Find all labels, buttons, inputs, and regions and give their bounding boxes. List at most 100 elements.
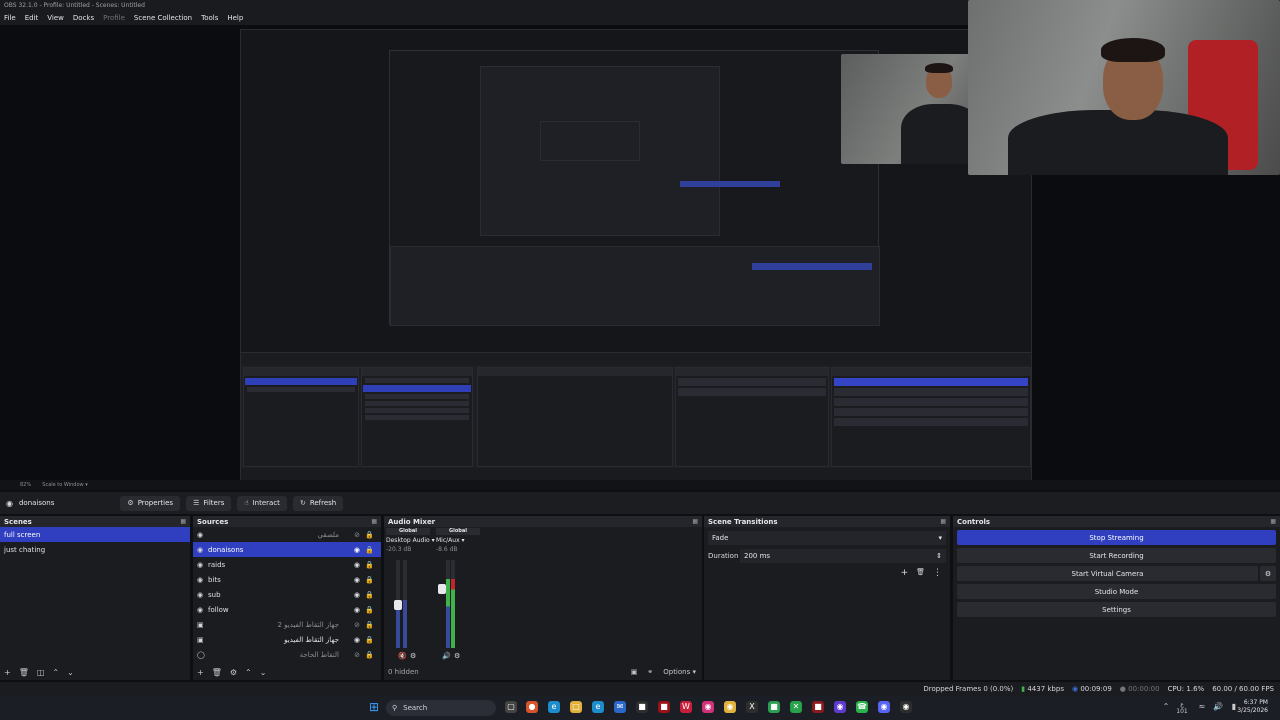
lock-icon[interactable]: 🔒 xyxy=(365,606,374,614)
lock-icon[interactable]: 🔒 xyxy=(365,636,374,644)
menu-file[interactable]: File xyxy=(4,14,16,22)
start-recording-button[interactable]: Start Recording xyxy=(957,548,1276,563)
channel-name[interactable]: Desktop Audio ▾ xyxy=(386,537,435,544)
menu-docks[interactable]: Docks xyxy=(73,14,94,22)
lock-icon[interactable]: 🔒 xyxy=(365,621,374,629)
channel-name[interactable]: Mic/Aux ▾ xyxy=(436,537,480,544)
mute-icon[interactable]: 🔇 xyxy=(398,652,407,660)
app-icon[interactable]: ◉ xyxy=(900,701,912,713)
search-box[interactable]: ⚲ Search xyxy=(386,700,496,716)
app-icon[interactable]: W xyxy=(680,701,692,713)
source-item[interactable]: ◉ ملصقي ⊘ 🔒 xyxy=(193,527,381,542)
hidden-eye-icon[interactable]: ⊘ xyxy=(354,651,360,659)
duration-input[interactable]: 200 ms ⇕ xyxy=(740,549,946,563)
scene-item[interactable]: full screen xyxy=(0,527,190,542)
app-icon[interactable]: ■ xyxy=(768,701,780,713)
preview-canvas[interactable] xyxy=(240,29,1032,481)
dock-menu-icon[interactable]: ▦ xyxy=(371,518,377,525)
gear-icon[interactable]: ⚙ xyxy=(230,668,237,677)
capcut-icon[interactable]: ■ xyxy=(658,701,670,713)
volume-fader-desktop[interactable] xyxy=(394,600,402,610)
lock-icon[interactable]: 🔒 xyxy=(365,651,374,659)
hidden-eye-icon[interactable]: ⊘ xyxy=(354,621,360,629)
menu-tools[interactable]: Tools xyxy=(201,14,218,22)
clock[interactable]: 6:37 PM 3/25/2026 xyxy=(1237,699,1268,715)
stop-streaming-button[interactable]: Stop Streaming xyxy=(957,530,1276,545)
volume-fader-mic[interactable] xyxy=(438,584,446,594)
eye-icon[interactable]: ◉ xyxy=(354,636,360,644)
zoom-level[interactable]: 82% xyxy=(20,482,31,488)
menu-profile[interactable]: Profile xyxy=(103,14,125,22)
lock-icon[interactable]: 🔒 xyxy=(365,531,374,539)
transition-select[interactable]: Fade ▾ xyxy=(708,531,946,545)
menu-edit[interactable]: Edit xyxy=(25,14,39,22)
source-item[interactable]: ◉ bits ◉ 🔒 xyxy=(193,572,381,587)
move-down-icon[interactable]: ⌄ xyxy=(67,668,74,677)
scale-select[interactable]: Scale to Window xyxy=(42,482,83,488)
add-icon[interactable]: + xyxy=(901,568,909,578)
options-button[interactable]: Options ▾ xyxy=(663,668,696,676)
eye-icon[interactable]: ◉ xyxy=(354,591,360,599)
eye-icon[interactable]: ◉ xyxy=(354,546,360,554)
properties-button[interactable]: ⚙ Properties xyxy=(120,495,181,511)
x-icon[interactable]: X xyxy=(746,701,758,713)
discord-icon[interactable]: ◉ xyxy=(878,701,890,713)
edge-icon[interactable]: e xyxy=(548,701,560,713)
windows-start-icon[interactable]: ⊞ xyxy=(368,701,380,713)
filters-button[interactable]: ☰ Filters xyxy=(186,495,232,511)
eye-icon[interactable]: ◉ xyxy=(354,606,360,614)
obs-icon[interactable]: ◉ xyxy=(834,701,846,713)
studio-mode-button[interactable]: Studio Mode xyxy=(957,584,1276,599)
add-icon[interactable]: + xyxy=(197,668,204,677)
speaker-icon[interactable]: 🔊 xyxy=(442,652,451,660)
move-up-icon[interactable]: ⌃ xyxy=(245,668,252,677)
lock-icon[interactable]: 🔒 xyxy=(365,546,374,554)
lock-icon[interactable]: 🔒 xyxy=(365,591,374,599)
chevron-down-icon[interactable]: ▾ xyxy=(85,482,88,488)
refresh-button[interactable]: ↻ Refresh xyxy=(292,495,344,511)
link-icon[interactable]: ⚭ xyxy=(647,668,653,676)
dock-menu-icon[interactable]: ▦ xyxy=(692,518,698,525)
instagram-icon[interactable]: ◉ xyxy=(702,701,714,713)
lock-icon[interactable]: 🔒 xyxy=(365,561,374,569)
app-icon[interactable]: ■ xyxy=(636,701,648,713)
source-item[interactable]: ▣ جهاز التقاط الفيديو ◉ 🔒 xyxy=(193,632,381,647)
whatsapp-icon[interactable]: ☎ xyxy=(856,701,868,713)
interact-button[interactable]: ☝ Interact xyxy=(237,495,287,511)
start-virtual-camera-button[interactable]: Start Virtual Camera xyxy=(957,566,1258,581)
move-down-icon[interactable]: ⌄ xyxy=(260,668,267,677)
trash-icon[interactable]: 🗑 xyxy=(212,668,222,677)
source-item[interactable]: ▣ جهاز التقاط الفيديو 2 ⊘ 🔒 xyxy=(193,617,381,632)
filter-icon[interactable]: ◫ xyxy=(37,668,45,677)
folder-icon[interactable]: □ xyxy=(570,701,582,713)
wifi-icon[interactable]: ≈ xyxy=(1196,701,1208,713)
gear-icon[interactable]: ⚙ xyxy=(454,652,460,660)
scene-item[interactable]: just chating xyxy=(0,542,190,557)
task-view-icon[interactable]: ▢ xyxy=(505,701,517,713)
menu-scene-collection[interactable]: Scene Collection xyxy=(134,14,192,22)
dock-menu-icon[interactable]: ▦ xyxy=(940,518,946,525)
preview-area[interactable] xyxy=(0,0,1280,481)
xbox-icon[interactable]: ✕ xyxy=(790,701,802,713)
mail-icon[interactable]: ✉ xyxy=(614,701,626,713)
source-item[interactable]: ◉ raids ◉ 🔒 xyxy=(193,557,381,572)
add-icon[interactable]: + xyxy=(4,668,11,677)
hidden-eye-icon[interactable]: ⊘ xyxy=(354,531,360,539)
language-indicator[interactable]: ع 101 xyxy=(1176,701,1188,715)
app-icon[interactable]: ■ xyxy=(812,701,824,713)
source-item[interactable]: ◉ sub ◉ 🔒 xyxy=(193,587,381,602)
trash-icon[interactable]: 🗑 xyxy=(19,668,29,677)
dock-menu-icon[interactable]: ▦ xyxy=(180,518,186,525)
source-item[interactable]: ◯ التقاط الحاجة ⊘ 🔒 xyxy=(193,647,381,662)
more-icon[interactable]: ⋮ xyxy=(933,568,942,578)
settings-button[interactable]: Settings xyxy=(957,602,1276,617)
browser-icon[interactable]: e xyxy=(592,701,604,713)
move-up-icon[interactable]: ⌃ xyxy=(52,668,59,677)
source-item[interactable]: ◉ follow ◉ 🔒 xyxy=(193,602,381,617)
lock-icon[interactable]: 🔒 xyxy=(365,576,374,584)
speaker-icon[interactable]: 🔊 xyxy=(1212,701,1224,713)
chrome-icon[interactable]: ◉ xyxy=(724,701,736,713)
dock-menu-icon[interactable]: ▦ xyxy=(1270,518,1276,525)
trash-icon[interactable]: 🗑 xyxy=(916,568,925,578)
layout-icon[interactable]: ▣ xyxy=(631,668,638,676)
